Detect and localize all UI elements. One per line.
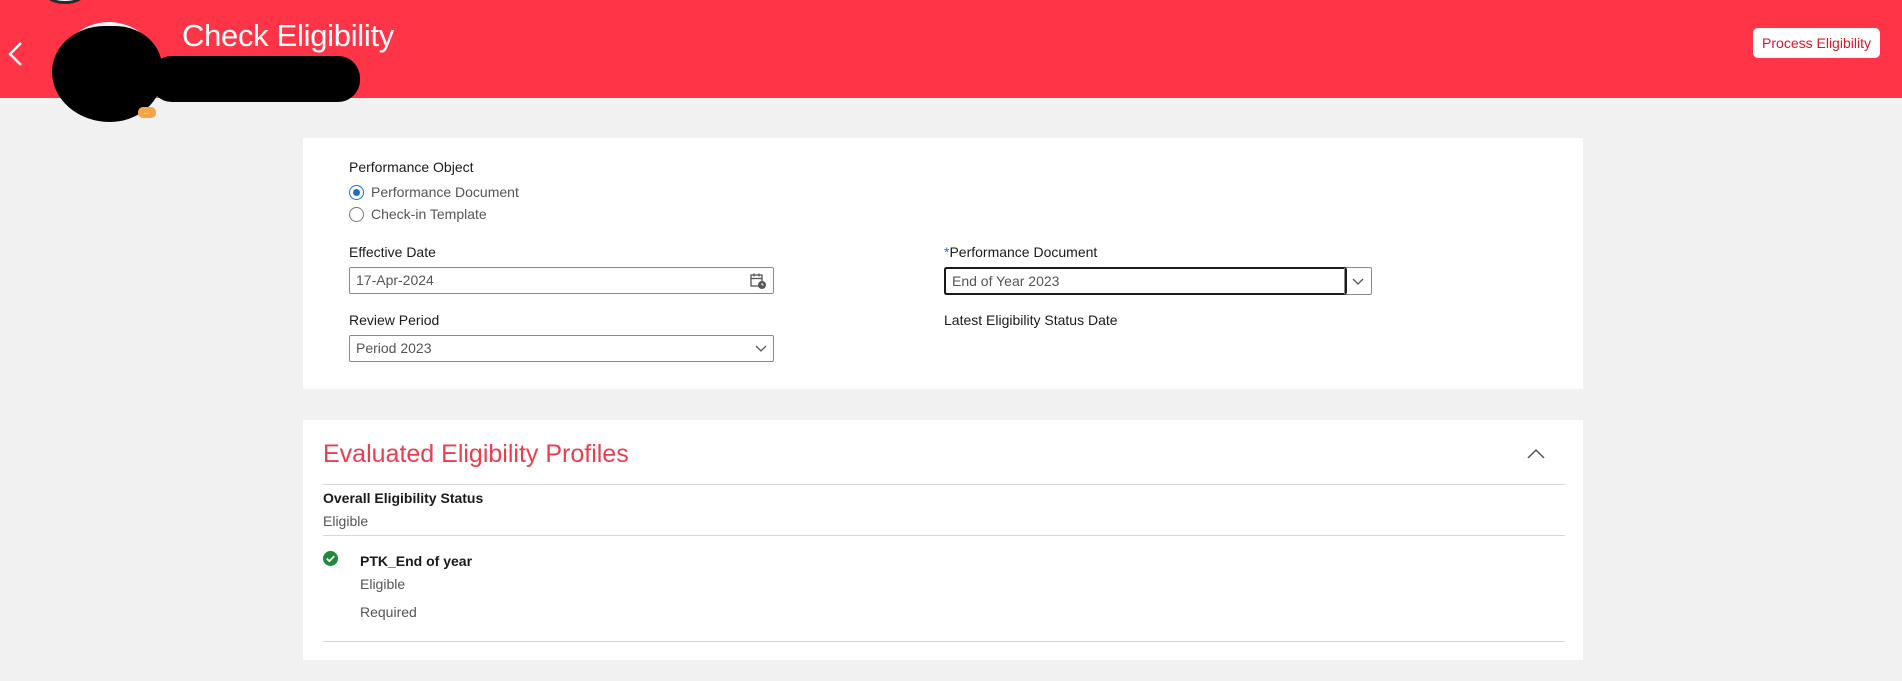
- chevron-down-icon[interactable]: [755, 344, 767, 354]
- radio-label: Performance Document: [371, 184, 519, 200]
- profile-status: Eligible: [360, 576, 406, 592]
- evaluated-profiles-panel: Evaluated Eligibility Profiles Overall E…: [303, 420, 1583, 660]
- review-period-select[interactable]: Period 2023: [349, 335, 774, 362]
- divider: [323, 641, 1565, 642]
- effective-date-field[interactable]: 17-Apr-2024: [349, 267, 774, 294]
- process-eligibility-button[interactable]: Process Eligibility: [1753, 28, 1880, 58]
- performance-object-label: Performance Object: [349, 159, 474, 175]
- performance-document-label-text: Performance Document: [949, 244, 1098, 260]
- calendar-icon[interactable]: [749, 272, 767, 290]
- check-circle-icon: [323, 551, 338, 566]
- section-title: Evaluated Eligibility Profiles: [323, 440, 629, 468]
- radio-button[interactable]: [349, 206, 364, 222]
- dropdown-button[interactable]: [1344, 268, 1371, 294]
- overall-status-label: Overall Eligibility Status: [323, 490, 484, 506]
- page-title: Check Eligibility: [182, 18, 394, 53]
- effective-date-label: Effective Date: [349, 244, 436, 260]
- radio-performance-document[interactable]: Performance Document: [349, 184, 519, 200]
- effective-date-value: 17-Apr-2024: [356, 272, 434, 288]
- performance-document-label: *Performance Document: [944, 244, 1097, 260]
- back-arrow-icon[interactable]: [4, 38, 28, 70]
- page-header: Check Eligibility Process Eligibility: [0, 0, 1902, 122]
- overall-status-value: Eligible: [323, 513, 369, 529]
- divider: [323, 484, 1565, 485]
- criteria-panel: Performance Object Performance Document …: [303, 138, 1583, 389]
- profile-requirement: Required: [360, 604, 417, 620]
- radio-label: Check-in Template: [371, 206, 487, 222]
- radio-check-in-template[interactable]: Check-in Template: [349, 206, 487, 222]
- performance-document-select[interactable]: End of Year 2023: [944, 267, 1372, 295]
- top-corner-shape: [46, 0, 84, 4]
- review-period-value: Period 2023: [356, 340, 432, 356]
- chevron-down-icon: [1352, 278, 1364, 285]
- chevron-up-icon[interactable]: [1525, 446, 1547, 462]
- avatar-badge[interactable]: ...: [138, 107, 156, 118]
- performance-document-input[interactable]: End of Year 2023: [944, 267, 1347, 295]
- latest-status-date-label: Latest Eligibility Status Date: [944, 312, 1118, 328]
- redacted-name: [150, 56, 360, 102]
- radio-button-selected[interactable]: [349, 184, 364, 200]
- review-period-label: Review Period: [349, 312, 440, 328]
- divider: [323, 535, 1565, 536]
- profile-name: PTK_End of year: [360, 553, 473, 569]
